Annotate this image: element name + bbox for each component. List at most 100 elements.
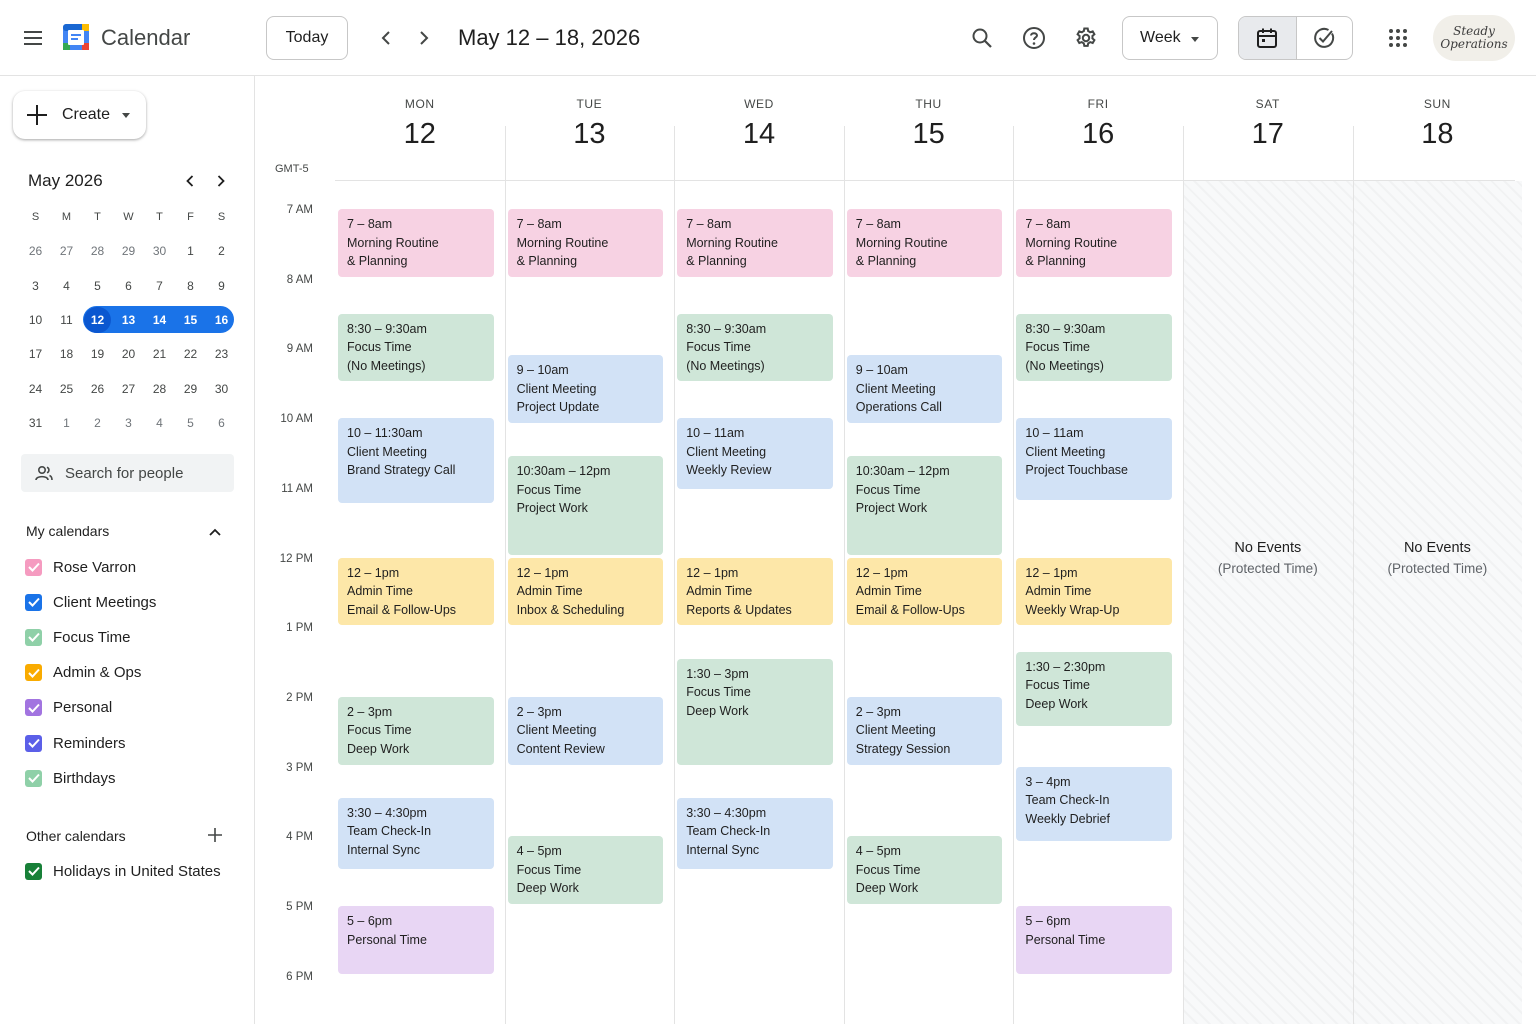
checkbox-checked-icon[interactable] — [25, 628, 42, 646]
calendar-event[interactable]: 3:30 – 4:30pm Team Check-In Internal Sync — [677, 797, 833, 870]
mini-calendar-day[interactable]: 8 — [175, 273, 206, 299]
add-other-calendar-button[interactable] — [206, 826, 224, 844]
mini-calendar-day[interactable]: 3 — [20, 273, 51, 299]
mini-calendar-day[interactable]: 13 — [113, 307, 144, 333]
checkbox-checked-icon[interactable] — [25, 862, 42, 880]
mini-calendar-day[interactable]: 18 — [51, 341, 82, 367]
calendar-event[interactable]: 3 – 4pm Team Check-In Weekly Debrief — [1016, 766, 1172, 842]
mini-calendar-day[interactable]: 25 — [51, 376, 82, 402]
calendar-list-item[interactable]: Rose Varron — [25, 555, 136, 579]
account-brand-logo[interactable]: Steady Operations — [1433, 15, 1515, 61]
calendar-event[interactable]: 7 – 8am Morning Routine & Planning — [1016, 209, 1172, 277]
calendar-event[interactable]: 2 – 3pm Client Meeting Strategy Session — [846, 696, 1003, 765]
day-of-month-label[interactable]: 16 — [1013, 118, 1183, 151]
view-selector[interactable]: Week — [1122, 16, 1218, 60]
mini-calendar-day[interactable]: 24 — [20, 376, 51, 402]
calendar-logo-icon[interactable] — [62, 23, 90, 51]
calendar-event[interactable]: 1:30 – 3pm Focus Time Deep Work — [677, 658, 833, 765]
calendar-event[interactable]: 8:30 – 9:30am Focus Time (No Meetings) — [1016, 313, 1172, 382]
checkbox-checked-icon[interactable] — [25, 558, 42, 576]
day-of-month-label[interactable]: 12 — [335, 118, 505, 151]
calendar-event[interactable]: 10 – 11am Client Meeting Weekly Review — [677, 418, 833, 490]
mini-calendar-day[interactable]: 16 — [206, 307, 237, 333]
mini-calendar-day[interactable]: 14 — [144, 307, 175, 333]
mini-calendar-day[interactable]: 26 — [82, 376, 113, 402]
mini-calendar-day[interactable]: 31 — [20, 410, 51, 436]
calendar-event[interactable]: 7 – 8am Morning Routine & Planning — [507, 209, 664, 277]
calendar-event[interactable]: 10 – 11:30am Client Meeting Brand Strategy… — [338, 418, 494, 504]
mini-calendar-day[interactable]: 29 — [113, 238, 144, 264]
day-header[interactable]: MON 12 — [335, 76, 505, 180]
calendar-event[interactable]: 7 – 8am Morning Routine & Planning — [338, 209, 494, 277]
day-header[interactable]: SUN 18 — [1353, 76, 1523, 180]
calendar-event[interactable]: 7 – 8am Morning Routine & Planning — [677, 209, 833, 277]
day-of-month-label[interactable]: 18 — [1353, 118, 1523, 151]
mini-calendar-day[interactable]: 6 — [206, 410, 237, 436]
calendar-list-item[interactable]: Personal — [25, 696, 112, 720]
calendar-event[interactable]: 5 – 6pm Personal Time — [1016, 906, 1172, 974]
help-button[interactable] — [1014, 18, 1054, 58]
checkbox-checked-icon[interactable] — [25, 769, 42, 787]
mini-calendar-day[interactable]: 2 — [82, 410, 113, 436]
mini-calendar-day[interactable]: 20 — [113, 341, 144, 367]
mini-calendar-day[interactable]: 5 — [82, 273, 113, 299]
mini-calendar-day[interactable]: 28 — [82, 238, 113, 264]
mini-calendar-day[interactable]: 17 — [20, 341, 51, 367]
calendar-event[interactable]: 2 – 3pm Focus Time Deep Work — [338, 696, 494, 765]
calendar-list-item[interactable]: Holidays in United States — [25, 859, 221, 883]
mini-calendar-next-button[interactable] — [208, 168, 234, 194]
calendar-list-item[interactable]: Client Meetings — [25, 590, 156, 614]
checkbox-checked-icon[interactable] — [25, 699, 42, 717]
mini-calendar-prev-button[interactable] — [177, 168, 203, 194]
mini-calendar-day[interactable]: 23 — [206, 341, 237, 367]
calendar-event[interactable]: 4 – 5pm Focus Time Deep Work — [507, 836, 664, 904]
calendar-event[interactable]: 4 – 5pm Focus Time Deep Work — [846, 836, 1003, 904]
my-calendars-heading[interactable]: My calendars — [26, 523, 109, 539]
mini-calendar-day[interactable]: 2 — [206, 238, 237, 264]
mini-calendar-day[interactable]: 3 — [113, 410, 144, 436]
calendar-event[interactable]: 1:30 – 2:30pm Focus Time Deep Work — [1016, 651, 1172, 727]
mini-calendar-day[interactable]: 29 — [175, 376, 206, 402]
calendar-event[interactable]: 10 – 11am Client Meeting Project Touchbase — [1016, 418, 1172, 500]
mini-calendar-day[interactable]: 30 — [144, 238, 175, 264]
checkbox-checked-icon[interactable] — [25, 664, 42, 682]
mini-calendar-day[interactable]: 28 — [144, 376, 175, 402]
mini-calendar-day[interactable]: 19 — [82, 341, 113, 367]
day-header[interactable]: WED 14 — [674, 76, 844, 180]
calendar-event[interactable]: 5 – 6pm Personal Time — [338, 906, 494, 974]
day-of-month-label[interactable]: 17 — [1183, 118, 1353, 151]
calendar-event[interactable]: 8:30 – 9:30am Focus Time (No Meetings) — [338, 313, 494, 382]
mini-calendar-day[interactable]: 27 — [113, 376, 144, 402]
checkbox-checked-icon[interactable] — [25, 734, 42, 752]
day-of-month-label[interactable]: 14 — [674, 118, 844, 151]
mini-calendar-day[interactable]: 1 — [51, 410, 82, 436]
previous-week-button[interactable] — [368, 18, 404, 58]
calendar-event[interactable]: 2 – 3pm Client Meeting Content Review — [507, 696, 664, 765]
mini-calendar-day[interactable]: 7 — [144, 273, 175, 299]
calendar-mode-button[interactable] — [1239, 17, 1296, 59]
mini-calendar-day[interactable]: 4 — [144, 410, 175, 436]
mini-calendar-day[interactable]: 15 — [175, 307, 206, 333]
day-of-month-label[interactable]: 13 — [505, 118, 675, 151]
mini-calendar-day[interactable]: 4 — [51, 273, 82, 299]
search-people-input[interactable]: Search for people — [21, 454, 234, 492]
day-header[interactable]: FRI 16 — [1013, 76, 1183, 180]
calendar-event[interactable]: 8:30 – 9:30am Focus Time (No Meetings) — [677, 313, 833, 382]
settings-button[interactable] — [1066, 18, 1106, 58]
search-button[interactable] — [962, 18, 1002, 58]
day-header[interactable]: TUE 13 — [505, 76, 675, 180]
calendar-event[interactable]: 12 – 1pm Admin Time Reports & Updates — [677, 557, 833, 626]
calendar-event[interactable]: 12 – 1pm Admin Time Weekly Wrap-Up — [1016, 557, 1172, 626]
other-calendars-heading[interactable]: Other calendars — [26, 828, 126, 844]
mini-calendar-day[interactable]: 26 — [20, 238, 51, 264]
mini-calendar-day[interactable]: 5 — [175, 410, 206, 436]
mini-calendar-day[interactable]: 22 — [175, 341, 206, 367]
mini-calendar-day[interactable]: 9 — [206, 273, 237, 299]
mini-calendar-day[interactable]: 30 — [206, 376, 237, 402]
next-week-button[interactable] — [406, 18, 442, 58]
main-menu-button[interactable] — [13, 18, 53, 58]
calendar-event[interactable]: 12 – 1pm Admin Time Email & Follow-Ups — [846, 557, 1003, 626]
day-header[interactable]: THU 15 — [844, 76, 1014, 180]
calendar-event[interactable]: 7 – 8am Morning Routine & Planning — [846, 209, 1003, 277]
mini-calendar-day[interactable]: 6 — [113, 273, 144, 299]
